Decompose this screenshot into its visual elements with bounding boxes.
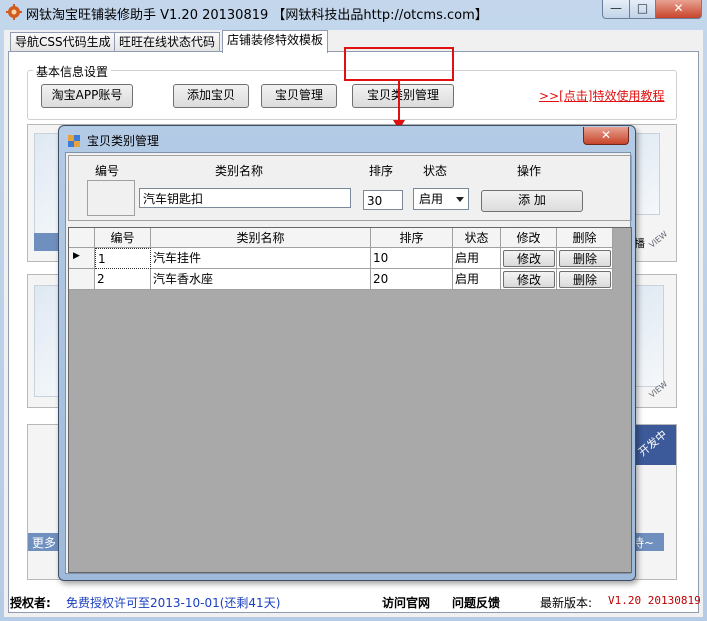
tab-wangwang-status[interactable]: 旺旺在线状态代码 (114, 32, 221, 52)
table-row-cell[interactable]: 启用 (453, 248, 501, 269)
form-header-name: 类别名称 (215, 164, 264, 178)
template-thumb[interactable] (632, 285, 664, 387)
dialog-close-button[interactable]: ✕ (583, 127, 629, 145)
delete-row-button[interactable]: 删除 (559, 250, 611, 267)
grid-header-id[interactable]: 编号 (95, 228, 151, 248)
highlight-box (344, 47, 454, 81)
maximize-button[interactable]: □ (629, 0, 656, 19)
latest-version-value: V1.20 20130819 (608, 594, 701, 607)
edit-row-button[interactable]: 修改 (503, 250, 555, 267)
highlight-arrow-line (398, 81, 400, 123)
grid-header-edit[interactable]: 修改 (501, 228, 557, 248)
tab-nav-css[interactable]: 导航CSS代码生成 (10, 32, 116, 52)
main-window: 网钛淘宝旺铺装修助手 V1.20 20130819 【网钛科技出品http://… (0, 0, 707, 621)
category-manage-dialog: 宝贝类别管理 ✕ 编号 类别名称 排序 状态 操作 汽车钥匙扣 30 启用 添 … (58, 125, 636, 581)
add-item-button[interactable]: 添加宝贝 (173, 84, 249, 108)
table-row-cell[interactable]: 10 (371, 248, 453, 269)
table-row-cell[interactable]: 汽车香水座 (151, 269, 371, 290)
license-text: 免费授权许可至2013-10-01(还剩41天) (66, 596, 281, 610)
visit-site-link[interactable]: 访问官网 (382, 594, 430, 611)
table-row-cell[interactable]: 2 (95, 269, 151, 290)
delete-row-button[interactable]: 删除 (559, 271, 611, 288)
grid-header-delete[interactable]: 删除 (557, 228, 613, 248)
table-row-cell[interactable]: 汽车挂件 (151, 248, 371, 269)
basic-info-label: 基本信息设置 (33, 63, 112, 80)
grid-header-status[interactable]: 状态 (453, 228, 501, 248)
grid-header-sort[interactable]: 排序 (371, 228, 453, 248)
grid-header-name[interactable]: 类别名称 (151, 228, 371, 248)
status-select-value: 启用 (419, 192, 444, 206)
dialog-app-icon (68, 135, 80, 147)
category-name-input[interactable]: 汽车钥匙扣 (139, 188, 351, 208)
close-button[interactable]: ✕ (655, 0, 702, 19)
feedback-link[interactable]: 问题反馈 (452, 594, 500, 611)
latest-version-label: 最新版本: (540, 596, 593, 610)
view-badge: VIEW (647, 229, 670, 250)
table-row-cell[interactable]: 启用 (453, 269, 501, 290)
tutorial-link[interactable]: >>[点击]特效使用教程 (539, 87, 664, 104)
title-bar[interactable]: 网钛淘宝旺铺装修助手 V1.20 20130819 【网钛科技出品http://… (0, 0, 707, 24)
chevron-down-icon (456, 197, 464, 202)
row-header[interactable]: ▶ (69, 248, 95, 269)
dialog-title: 宝贝类别管理 (87, 134, 160, 148)
form-header-sort: 排序 (369, 164, 394, 178)
taobao-app-account-button[interactable]: 淘宝APP账号 (41, 84, 133, 108)
current-row-icon: ▶ (73, 251, 80, 261)
category-form: 编号 类别名称 排序 状态 操作 汽车钥匙扣 30 启用 添 加 (68, 155, 632, 221)
window-title: 网钛淘宝旺铺装修助手 V1.20 20130819 【网钛科技出品http://… (26, 8, 488, 23)
form-header-id: 编号 (95, 164, 120, 178)
app-gear-icon (6, 4, 22, 20)
minimize-button[interactable]: — (602, 0, 630, 19)
table-row-cell[interactable]: 20 (371, 269, 453, 290)
sort-input[interactable]: 30 (363, 190, 403, 210)
grid-corner (69, 228, 95, 248)
more-label[interactable]: 更多 (32, 534, 56, 551)
form-header-action: 操作 (517, 164, 542, 178)
category-grid[interactable]: 编号 类别名称 排序 状态 修改 删除 ▶ 1 汽车挂件 10 启用 修改 删除 (68, 227, 632, 573)
tab-shop-effects[interactable]: 店铺装修特效模板 (222, 30, 329, 53)
status-select[interactable]: 启用 (413, 188, 469, 210)
add-category-button[interactable]: 添 加 (481, 190, 583, 212)
form-id-cell (87, 180, 135, 216)
status-bar: 授权者: 免费授权许可至2013-10-01(还剩41天) 访问官网 问题反馈 … (4, 588, 703, 614)
category-manage-button[interactable]: 宝贝类别管理 (352, 84, 454, 108)
item-manage-button[interactable]: 宝贝管理 (261, 84, 337, 108)
form-header-status: 状态 (423, 164, 448, 178)
row-header[interactable] (69, 269, 95, 290)
license-label: 授权者: (10, 596, 51, 610)
edit-row-button[interactable]: 修改 (503, 271, 555, 288)
dialog-body: 编号 类别名称 排序 状态 操作 汽车钥匙扣 30 启用 添 加 编号 类别名称… (65, 152, 632, 574)
table-row-cell[interactable]: 1 (95, 248, 151, 269)
